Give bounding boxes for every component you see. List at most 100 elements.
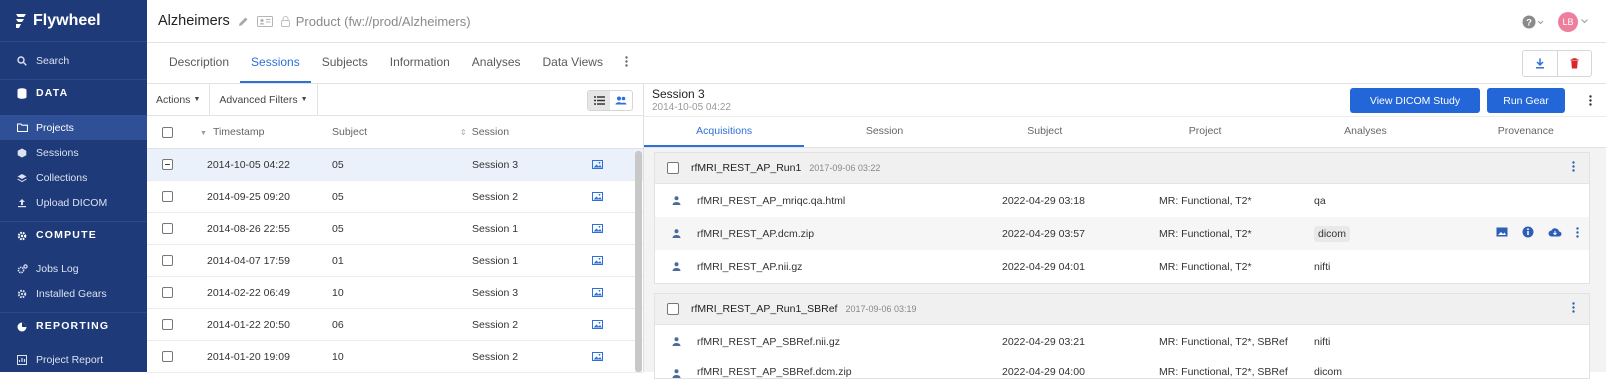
tab-information[interactable]: Information <box>379 42 461 83</box>
row-checkbox[interactable] <box>161 223 173 234</box>
tab-description[interactable]: Description <box>158 42 240 83</box>
subjects-view-icon[interactable] <box>610 91 632 110</box>
header-timestamp[interactable]: ▼ Timestamp <box>187 126 332 138</box>
file-row[interactable]: rfMRI_REST_AP.dcm.zip 2022-04-29 03:57 MR:… <box>655 217 1589 250</box>
sidebar-item-projects[interactable]: Projects <box>0 115 147 140</box>
image-icon[interactable] <box>582 352 612 361</box>
image-icon[interactable] <box>582 256 612 265</box>
user-menu[interactable]: LB <box>1558 11 1588 32</box>
sidebar-item-search[interactable]: Search <box>0 48 147 73</box>
info-icon[interactable] <box>1522 226 1534 241</box>
product-label: Product (fw://prod/Alzheimers) <box>295 13 471 29</box>
image-icon[interactable] <box>582 288 612 297</box>
sidebar-item-collections[interactable]: Collections <box>0 165 147 190</box>
file-classification: MR: Functional, T2* <box>1159 194 1252 207</box>
run-gear-button[interactable]: Run Gear <box>1487 88 1565 113</box>
view-dicom-study-button[interactable]: View DICOM Study <box>1350 88 1480 113</box>
file-type: nifti <box>1314 260 1331 273</box>
cell-timestamp: 2014-10-05 04:22 <box>207 158 290 171</box>
kebab-menu-icon[interactable] <box>1589 95 1592 109</box>
trash-icon[interactable] <box>1557 51 1591 76</box>
sidebar-item-upload-dicom[interactable]: Upload DICOM <box>0 190 147 215</box>
advanced-filters-dropdown[interactable]: Advanced Filters ▼ <box>210 83 318 116</box>
file-classification: MR: Functional, T2* <box>1159 227 1252 240</box>
chart-icon <box>16 322 28 332</box>
file-row[interactable]: rfMRI_REST_AP.nii.gz 2022-04-29 04:01 MR: … <box>655 250 1589 283</box>
flywheel-logo-icon <box>14 13 28 29</box>
help-icon[interactable]: ? <box>1522 15 1544 29</box>
row-checkbox[interactable] <box>161 159 173 170</box>
tab-provenance[interactable]: Provenance <box>1446 117 1606 147</box>
image-icon[interactable] <box>582 160 612 169</box>
file-row[interactable]: rfMRI_REST_AP_SBRef.nii.gz 2022-04-29 03:… <box>655 325 1589 358</box>
acquisition-header[interactable]: rfMRI_REST_AP_Run1 2017-09-06 03:22 <box>655 153 1589 184</box>
file-type[interactable]: dicom <box>1314 225 1351 242</box>
row-checkbox[interactable] <box>161 255 173 266</box>
tab-subject[interactable]: Subject <box>965 117 1125 147</box>
file-name: rfMRI_REST_AP.nii.gz <box>697 260 803 273</box>
acquisition-checkbox[interactable] <box>667 162 679 174</box>
kebab-menu-icon[interactable] <box>1576 226 1579 241</box>
tab-sessions[interactable]: Sessions <box>240 42 311 83</box>
tab-subjects[interactable]: Subjects <box>311 42 379 83</box>
kebab-menu-icon[interactable] <box>1572 302 1575 316</box>
scrollbar[interactable] <box>635 151 642 372</box>
tabs-more-icon[interactable] <box>614 42 639 83</box>
file-date: 2022-04-29 04:00 <box>1002 366 1085 378</box>
svg-text:?: ? <box>1526 17 1532 28</box>
table-row[interactable]: 2014-04-07 17:59 01 Session 1 <box>147 245 643 277</box>
pencil-icon[interactable] <box>238 16 249 27</box>
acquisition-name: rfMRI_REST_AP_Run1_SBRef <box>691 303 838 315</box>
cloud-download-icon[interactable] <box>1548 227 1562 240</box>
list-view-icon[interactable] <box>588 91 610 110</box>
table-row[interactable]: 2014-09-25 09:20 05 Session 2 <box>147 181 643 213</box>
cell-timestamp: 2014-08-26 22:55 <box>207 222 290 235</box>
sidebar-item-sessions[interactable]: Sessions <box>0 140 147 165</box>
scrollbar-thumb[interactable] <box>635 151 642 372</box>
tab-acquisitions[interactable]: Acquisitions <box>644 117 805 147</box>
file-date: 2022-04-29 03:57 <box>1002 227 1085 240</box>
acquisition-checkbox[interactable] <box>667 303 679 315</box>
table-row[interactable]: 2014-10-05 04:22 05 Session 3 <box>147 149 643 181</box>
tab-project[interactable]: Project <box>1125 117 1285 147</box>
image-icon[interactable] <box>582 320 612 329</box>
file-classification: MR: Functional, T2*, SBRef <box>1159 366 1288 378</box>
image-icon[interactable] <box>582 224 612 233</box>
file-row[interactable]: rfMRI_REST_AP_SBRef.dcm.zip 2022-04-29 04… <box>655 358 1589 378</box>
table-row[interactable]: 2014-01-20 19:09 10 Session 2 <box>147 341 643 373</box>
tab-analyses[interactable]: Analyses <box>461 42 532 83</box>
select-all-checkbox[interactable] <box>161 126 173 138</box>
row-checkbox[interactable] <box>161 191 173 202</box>
image-icon[interactable] <box>582 192 612 201</box>
sidebar-item-jobs-log[interactable]: Jobs Log <box>0 256 147 281</box>
sidebar-item-installed-gears[interactable]: Installed Gears <box>0 281 147 306</box>
kebab-menu-icon[interactable] <box>1572 161 1575 175</box>
acquisition-header[interactable]: rfMRI_REST_AP_Run1_SBRef 2017-09-06 03:19 <box>655 294 1589 325</box>
file-name: rfMRI_REST_AP_SBRef.dcm.zip <box>697 366 852 378</box>
sidebar-item-label: Installed Gears <box>36 287 107 300</box>
tab-data-views[interactable]: Data Views <box>532 42 614 83</box>
brand[interactable]: Flywheel <box>0 0 147 42</box>
avatar: LB <box>1558 11 1578 32</box>
actions-dropdown[interactable]: Actions ▼ <box>147 83 211 116</box>
row-checkbox[interactable] <box>161 351 173 362</box>
cell-timestamp: 2014-09-25 09:20 <box>207 190 290 203</box>
row-checkbox[interactable] <box>161 319 173 330</box>
cell-subject: 06 <box>332 318 344 331</box>
table-row[interactable]: 2014-01-22 20:50 06 Session 2 <box>147 309 643 341</box>
sidebar-item-label: Collections <box>36 171 88 184</box>
table-row[interactable]: 2014-02-22 06:49 10 Session 3 <box>147 277 643 309</box>
table-row[interactable]: 2014-08-26 22:55 05 Session 1 <box>147 213 643 245</box>
row-checkbox[interactable] <box>161 287 173 298</box>
sidebar-item-project-report[interactable]: Project Report <box>0 347 147 372</box>
download-icon[interactable] <box>1523 51 1557 76</box>
file-row[interactable]: rfMRI_REST_AP_mriqc.qa.html 2022-04-29 03… <box>655 184 1589 217</box>
tab-session[interactable]: Session <box>804 117 964 147</box>
header-subject[interactable]: Subject <box>332 126 472 138</box>
header-session[interactable]: ⇕ Session <box>460 126 570 138</box>
person-icon <box>655 262 697 271</box>
cell-session: Session 2 <box>472 318 519 331</box>
image-viewer-icon[interactable] <box>1496 227 1508 240</box>
id-card-icon[interactable] <box>256 15 273 27</box>
tab-analyses[interactable]: Analyses <box>1285 117 1445 147</box>
